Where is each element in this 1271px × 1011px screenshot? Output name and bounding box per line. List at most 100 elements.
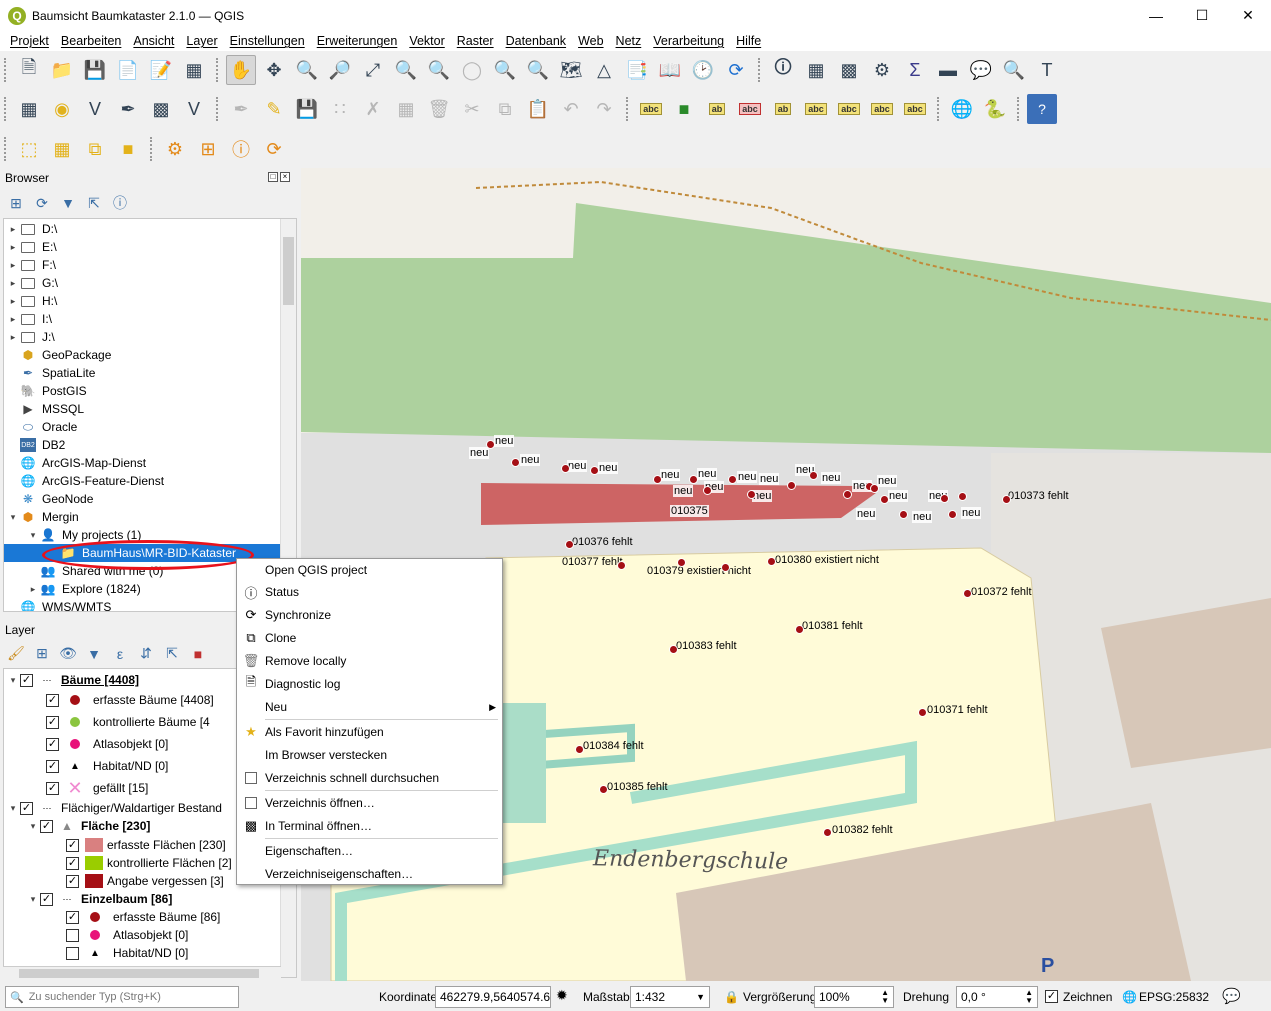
layer-einzelbaum[interactable]: ▾ ✓ ⋯ Einzelbaum [86] xyxy=(26,890,173,908)
layer-styling-icon[interactable]: 🖌 xyxy=(6,645,26,662)
menu-status[interactable]: ⓘ Status xyxy=(237,581,502,603)
manage-visibility-icon[interactable]: 👁 xyxy=(58,645,78,662)
show-hide-labels-icon[interactable]: abc xyxy=(801,94,831,124)
menu-properties[interactable]: Eigenschaften… xyxy=(237,840,502,862)
filter-browser-icon[interactable]: ▼ xyxy=(58,195,78,211)
scale-field[interactable]: 1:432 ▼ xyxy=(630,986,710,1008)
properties-icon[interactable]: ⓘ xyxy=(110,193,130,213)
menu-projekt[interactable]: Projekt xyxy=(4,34,55,48)
measure-line-icon[interactable]: ▬ xyxy=(933,55,963,85)
zoom-out-icon[interactable]: 🔎 xyxy=(325,55,355,85)
menu-remove-locally[interactable]: 🗑 Remove locally xyxy=(237,650,502,672)
legend-checkbox[interactable]: ✓ xyxy=(66,856,79,870)
change-label-icon[interactable]: abc xyxy=(900,94,930,124)
layer-labeling-icon[interactable]: abc xyxy=(636,94,666,124)
legend-checkbox[interactable]: ✓ xyxy=(66,874,79,888)
tree-item-db2[interactable]: DB2 DB2 xyxy=(6,436,65,454)
pan-map-icon[interactable]: ✋ xyxy=(226,55,256,85)
toolbar-grip[interactable] xyxy=(4,58,10,82)
plugin-info-icon[interactable]: ⓘ xyxy=(226,134,256,164)
menu-netz[interactable]: Netz xyxy=(610,34,648,48)
collapse-all-layers-icon[interactable]: ⇱ xyxy=(162,645,182,662)
tree-item-drive-f[interactable]: ▸ F:\ xyxy=(6,256,56,274)
menu-ansicht[interactable]: Ansicht xyxy=(127,34,180,48)
menu-datenbank[interactable]: Datenbank xyxy=(500,34,572,48)
layer-checkbox[interactable]: ✓ xyxy=(20,673,33,687)
menu-diagnostic-log[interactable]: 🗎 Diagnostic log xyxy=(237,673,502,695)
undo-icon[interactable]: ↶ xyxy=(556,94,586,124)
locator-search-input[interactable]: 🔍 Zu suchender Typ (Strg+K) xyxy=(5,986,239,1008)
identify-features-icon[interactable]: 🛈 xyxy=(768,55,798,85)
paste-features-icon[interactable]: 📋 xyxy=(523,94,553,124)
legend-item[interactable]: ✓ erfasste Bäume [4408] xyxy=(46,691,214,709)
tree-item-drive-d[interactable]: ▸ D:\ xyxy=(6,220,58,238)
menu-bearbeiten[interactable]: Bearbeiten xyxy=(55,34,127,48)
select-by-value-icon[interactable]: ▦ xyxy=(47,134,77,164)
legend-checkbox[interactable] xyxy=(66,928,79,942)
tree-item-mssql[interactable]: ▶ MSSQL xyxy=(6,400,84,418)
legend-checkbox[interactable]: ✓ xyxy=(66,838,79,852)
toolbar-grip[interactable] xyxy=(216,58,222,82)
toggle-editing-icon[interactable]: ✎ xyxy=(259,94,289,124)
plugin-sync-icon[interactable]: ⟳ xyxy=(259,134,289,164)
legend-item[interactable]: Atlasobjekt [0] xyxy=(66,926,188,944)
legend-item[interactable]: ✓ ✕ gefällt [15] xyxy=(46,778,148,798)
legend-item[interactable]: ✓ ▲ Habitat/ND [0] xyxy=(46,757,168,775)
menu-open-directory[interactable]: Verzeichnis öffnen… xyxy=(237,792,502,814)
menu-erweiterungen[interactable]: Erweiterungen xyxy=(311,34,404,48)
modify-attributes-icon[interactable]: ▦ xyxy=(391,94,421,124)
zoom-full-icon[interactable]: ⤢ xyxy=(358,55,388,85)
new-spatialite-icon[interactable]: ✒ xyxy=(113,94,143,124)
maximize-button[interactable]: ☐ xyxy=(1179,0,1225,31)
layer-flaeche[interactable]: ▾ ✓ ▲ Fläche [230] xyxy=(26,817,151,835)
tree-item-postgis[interactable]: 🐘 PostGIS xyxy=(6,382,87,400)
zoom-native-icon[interactable]: ◯ xyxy=(457,55,487,85)
tree-item-drive-h[interactable]: ▸ H:\ xyxy=(6,292,58,310)
toolbar-grip[interactable] xyxy=(216,97,222,121)
menu-layer[interactable]: Layer xyxy=(180,34,223,48)
toolbar-grip[interactable] xyxy=(4,137,10,161)
collapse-all-icon[interactable]: ⇱ xyxy=(84,195,104,212)
crs-globe-icon[interactable]: 🌐 xyxy=(1122,990,1137,1004)
toggle-extents-icon[interactable]: ✹ xyxy=(556,987,568,1004)
legend-checkbox[interactable]: ✓ xyxy=(46,693,59,707)
delete-selected-icon[interactable]: 🗑 xyxy=(424,94,454,124)
add-group-icon[interactable]: ⊞ xyxy=(32,645,52,662)
deselect-features-icon[interactable]: ⧉ xyxy=(80,134,110,164)
menu-neu[interactable]: Neu ▶ xyxy=(237,696,502,718)
rotation-field[interactable]: 0,0 ° ▲ ▼ xyxy=(956,986,1038,1008)
current-edits-icon[interactable]: ✒ xyxy=(226,94,256,124)
menu-einstellungen[interactable]: Einstellungen xyxy=(224,34,311,48)
float-panel-icon[interactable]: □ xyxy=(268,172,278,182)
new-project-icon[interactable]: 🗎 xyxy=(14,55,44,85)
field-calculator-icon[interactable]: ▩ xyxy=(834,55,864,85)
tree-item-geonode[interactable]: ❋ GeoNode xyxy=(6,490,93,508)
data-source-manager-icon[interactable]: ▦ xyxy=(14,94,44,124)
zoom-to-selection-icon[interactable]: 🔍 xyxy=(391,55,421,85)
open-project-icon[interactable]: 📁 xyxy=(47,55,77,85)
menu-synchronize[interactable]: ⟳ Synchronize xyxy=(237,604,502,626)
layer-hscrollbar[interactable] xyxy=(3,966,281,980)
vertex-tool-icon[interactable]: ✗ xyxy=(358,94,388,124)
legend-checkbox[interactable]: ✓ xyxy=(46,715,59,729)
tree-item-explore[interactable]: ▸ 👥 Explore (1824) xyxy=(26,580,141,598)
tree-item-oracle[interactable]: ⬭ Oracle xyxy=(6,418,77,436)
new-temporary-layer-icon[interactable]: ▩ xyxy=(146,94,176,124)
processing-toolbox-icon[interactable]: ⚙ xyxy=(867,55,897,85)
legend-item[interactable]: ✓ Atlasobjekt [0] xyxy=(46,735,168,753)
new-shapefile-icon[interactable]: V xyxy=(80,94,110,124)
close-button[interactable]: ✕ xyxy=(1225,0,1271,31)
magnifier-field[interactable]: 100% ▲ ▼ xyxy=(814,986,894,1008)
menu-hide-in-browser[interactable]: Im Browser verstecken xyxy=(237,744,502,766)
statistical-summary-icon[interactable]: Σ xyxy=(900,55,930,85)
legend-item[interactable]: ✓ kontrollierte Bäume [4 xyxy=(46,713,210,731)
tree-item-wms[interactable]: 🌐 WMS/WMTS xyxy=(6,598,112,611)
tree-item-drive-e[interactable]: ▸ E:\ xyxy=(6,238,57,256)
remove-layer-icon[interactable]: ■ xyxy=(188,646,208,662)
toolbar-grip[interactable] xyxy=(937,97,943,121)
legend-item[interactable]: ✓ erfasste Flächen [230] xyxy=(66,836,226,854)
save-project-icon[interactable]: 💾 xyxy=(80,55,110,85)
legend-checkbox[interactable]: ✓ xyxy=(46,781,59,795)
plugin-gear-icon[interactable]: ⚙ xyxy=(160,134,190,164)
new-print-layout-icon[interactable]: 📄 xyxy=(113,55,143,85)
